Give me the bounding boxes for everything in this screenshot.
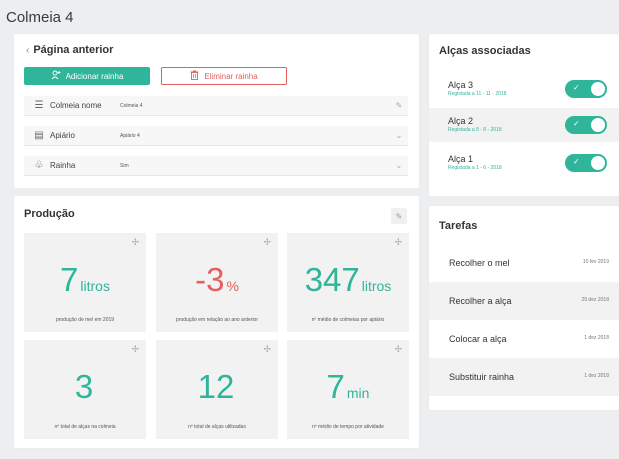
move-icon[interactable]: ✢ xyxy=(394,344,402,355)
field-hive-name[interactable]: ☰ Colmeia nome Colmeia 4 ✎ xyxy=(24,96,408,116)
task-date: 29 dez 2018 xyxy=(581,297,609,303)
list-item: Alça 3 Registada a 11 - 11 - 2018 ✓ xyxy=(429,72,619,106)
stat-value: 7 min xyxy=(326,368,370,405)
alca-toggle[interactable]: ✓ xyxy=(565,80,607,98)
apiary-icon: ▤ xyxy=(34,130,44,141)
alca-date: Registada a 11 - 11 - 2018 xyxy=(448,91,507,97)
move-icon[interactable]: ✢ xyxy=(394,237,402,248)
alca-name: Alça 3 xyxy=(448,80,474,90)
stat-caption: nº total de alças na colmeia xyxy=(54,424,116,430)
stat-tile: ✢ 7 min nº médio de tempo por atividade xyxy=(287,340,409,439)
alcas-card: Alças associadas Alça 3 Registada a 11 -… xyxy=(429,34,619,196)
add-user-icon xyxy=(51,70,61,82)
back-link[interactable]: ‹ Página anterior xyxy=(26,44,113,56)
task-name: Colocar a alça xyxy=(449,334,507,344)
stat-value: 3 xyxy=(74,368,94,405)
check-icon: ✓ xyxy=(573,83,580,92)
stat-tile: ✢ 12 nº total de alças utilizadas xyxy=(156,340,278,439)
field-label: Rainha xyxy=(50,161,76,170)
task-name: Recolher a alça xyxy=(449,296,512,306)
stat-caption: produção de mel em 2019 xyxy=(55,317,115,323)
tasks-card: Tarefas Recolher o mel 10 fev 2019 Recol… xyxy=(429,206,619,410)
stat-tile: ✢ -3% produção em relação ao ano anterio… xyxy=(156,233,278,332)
move-icon[interactable]: ✢ xyxy=(263,237,271,248)
tasks-title: Tarefas xyxy=(439,220,478,232)
field-queen[interactable]: ♧ Rainha Sim ⌄ xyxy=(24,156,408,176)
check-icon: ✓ xyxy=(573,157,580,166)
hive-info-card: ‹ Página anterior Adicionar rainha Elimin… xyxy=(14,34,419,188)
stat-caption: nº médio de colmeias por apiário xyxy=(311,317,385,323)
alca-date: Registada a 8 - 8 - 2018 xyxy=(448,127,502,133)
stat-tile: ✢ 7 litros produção de mel em 2019 xyxy=(24,233,146,332)
stat-caption: nº total de alças utilizadas xyxy=(188,424,246,430)
field-label: Apiário xyxy=(50,131,75,140)
hive-icon: ☰ xyxy=(34,100,44,111)
task-date: 1 dez 2018 xyxy=(584,373,609,379)
alcas-title: Alças associadas xyxy=(439,45,531,57)
task-date: 10 fev 2019 xyxy=(582,259,609,265)
remove-queen-label: Eliminar rainha xyxy=(204,71,258,81)
stat-caption: nº médio de tempo por atividade xyxy=(312,424,384,430)
stat-tile: ✢ 347 litros nº médio de colmeias por api… xyxy=(287,233,409,332)
alca-name: Alça 2 xyxy=(448,116,474,126)
stat-value: -3% xyxy=(195,261,239,298)
dropdown-icon[interactable]: ⌄ xyxy=(390,131,408,140)
task-name: Recolher o mel xyxy=(449,258,510,268)
task-row[interactable]: Recolher o mel 10 fev 2019 xyxy=(429,244,619,282)
task-row[interactable]: Substituir rainha 1 dez 2018 xyxy=(429,358,619,396)
stat-caption: produção em relação ao ano anterior xyxy=(176,317,258,323)
field-label: Colmeia nome xyxy=(50,101,102,110)
field-apiary[interactable]: ▤ Apiário Apiário 4 ⌄ xyxy=(24,126,408,146)
dropdown-icon[interactable]: ⌄ xyxy=(390,161,408,170)
remove-queen-button[interactable]: Eliminar rainha xyxy=(161,67,287,85)
trash-icon xyxy=(190,70,199,82)
add-queen-button[interactable]: Adicionar rainha xyxy=(24,67,150,85)
edit-icon[interactable]: ✎ xyxy=(391,208,407,224)
alca-name: Alça 1 xyxy=(448,154,474,164)
move-icon[interactable]: ✢ xyxy=(263,344,271,355)
add-queen-label: Adicionar rainha xyxy=(65,71,124,81)
task-row[interactable]: Colocar a alça 1 dez 2018 xyxy=(429,320,619,358)
stat-value: 347 litros xyxy=(304,261,392,298)
edit-icon[interactable]: ✎ xyxy=(390,101,408,110)
move-icon[interactable]: ✢ xyxy=(131,237,139,248)
back-label: Página anterior xyxy=(33,44,114,56)
task-row[interactable]: Recolher a alça 29 dez 2018 xyxy=(429,282,619,320)
field-value: Apiário 4 xyxy=(120,132,140,139)
stat-value: 12 xyxy=(197,368,235,405)
page-title: Colmeia 4 xyxy=(6,9,74,26)
move-icon[interactable]: ✢ xyxy=(131,344,139,355)
alca-toggle[interactable]: ✓ xyxy=(565,116,607,134)
chevron-left-icon: ‹ xyxy=(26,45,30,56)
check-icon: ✓ xyxy=(573,119,580,128)
list-item: Alça 2 Registada a 8 - 8 - 2018 ✓ xyxy=(429,108,619,142)
field-value: Sim xyxy=(120,162,129,169)
alca-date: Registada a 1 - 6 - 2018 xyxy=(448,165,502,171)
stat-tile: ✢ 3 nº total de alças na colmeia xyxy=(24,340,146,439)
queen-bee-icon: ♧ xyxy=(34,160,44,171)
production-title: Produção xyxy=(24,208,75,220)
alca-toggle[interactable]: ✓ xyxy=(565,154,607,172)
field-value: Colmeia 4 xyxy=(120,102,143,109)
task-name: Substituir rainha xyxy=(449,372,515,382)
production-card: Produção ✎ ✢ 7 litros produção de mel em … xyxy=(14,196,419,448)
task-date: 1 dez 2018 xyxy=(584,335,609,341)
list-item: Alça 1 Registada a 1 - 6 - 2018 ✓ xyxy=(429,146,619,180)
stat-value: 7 litros xyxy=(60,261,110,298)
